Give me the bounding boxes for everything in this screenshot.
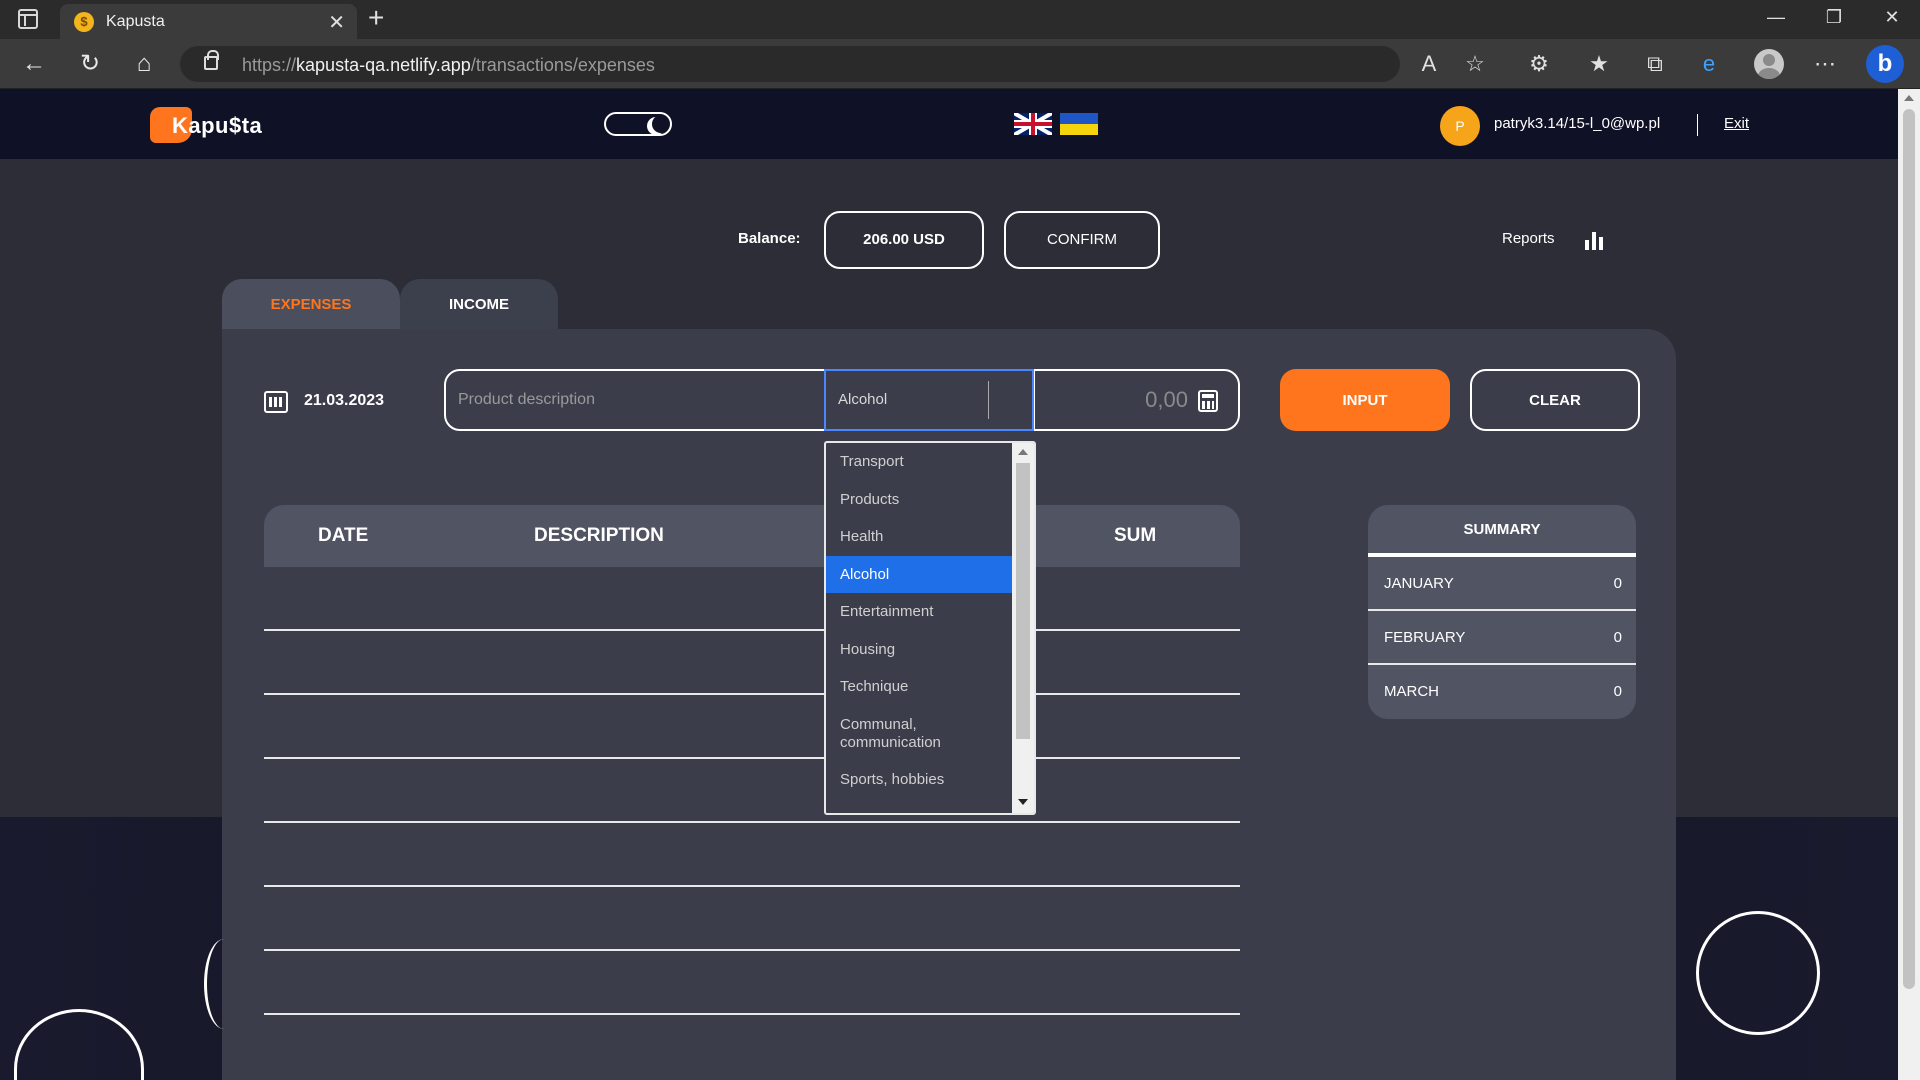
summary-row: MARCH 0: [1368, 665, 1636, 719]
extensions-icon[interactable]: ⚙: [1524, 51, 1554, 77]
date-picker[interactable]: 21.03.2023: [304, 392, 384, 410]
app-header: Kapu$ta P patryk3.14/15-l_0@wp.pl Exit: [0, 89, 1898, 159]
more-options-icon[interactable]: ⋯: [1810, 51, 1840, 77]
user-email: patryk3.14/15-l_0@wp.pl: [1494, 115, 1661, 132]
bing-copilot-icon[interactable]: b: [1866, 45, 1904, 83]
category-option[interactable]: Health: [826, 518, 1012, 556]
category-value: Alcohol: [838, 391, 888, 408]
category-option[interactable]: Products: [826, 481, 1012, 519]
input-button[interactable]: INPUT: [1280, 369, 1450, 431]
back-icon[interactable]: ←: [18, 50, 50, 78]
table-row: [264, 951, 1240, 1015]
bar-chart-icon[interactable]: [1585, 230, 1605, 250]
address-bar-row: ← ↻ ⌂ https://kapusta-qa.netlify.app/tra…: [0, 39, 1920, 89]
summary-value: 0: [1613, 683, 1622, 700]
table-row: [264, 695, 1240, 759]
category-dropdown: Transport Products Health Alcohol Entert…: [824, 441, 1036, 815]
summary-value: 0: [1613, 629, 1622, 646]
category-option[interactable]: Housing: [826, 631, 1012, 669]
minimize-icon[interactable]: —: [1756, 7, 1796, 28]
category-option-selected[interactable]: Alcohol: [826, 555, 1012, 593]
avatar: P: [1440, 106, 1480, 146]
table-row: [264, 887, 1240, 951]
english-flag-icon[interactable]: [1014, 113, 1052, 135]
theme-toggle[interactable]: [604, 112, 672, 136]
category-option[interactable]: Transport: [826, 443, 1012, 481]
summary-month: JANUARY: [1384, 575, 1454, 592]
calculator-icon[interactable]: [1198, 390, 1218, 412]
transactions-table: DATE DESCRIPTION SUM: [264, 505, 1240, 1015]
close-window-icon[interactable]: ✕: [1872, 7, 1912, 28]
cabbage-illustration: [1696, 911, 1820, 1035]
calendar-icon[interactable]: [264, 391, 288, 413]
column-sum: SUM: [1114, 525, 1157, 546]
tab-expenses[interactable]: EXPENSES: [222, 279, 400, 329]
restore-icon[interactable]: ❐: [1814, 7, 1854, 28]
column-date: DATE: [318, 525, 369, 546]
read-aloud-icon[interactable]: A: [1414, 51, 1444, 77]
collections-icon[interactable]: ⧉: [1640, 51, 1670, 77]
sum-placeholder: 0,00: [1145, 387, 1188, 412]
home-icon[interactable]: ⌂: [128, 50, 160, 78]
product-description-input[interactable]: [446, 371, 824, 429]
table-row: [264, 631, 1240, 695]
tab-income[interactable]: INCOME: [400, 279, 558, 329]
confirm-button[interactable]: CONFIRM: [1004, 211, 1160, 269]
scroll-thumb[interactable]: [1016, 463, 1030, 739]
balance-value[interactable]: 206.00 USD: [824, 211, 984, 269]
reload-icon[interactable]: ↻: [74, 50, 106, 78]
category-option[interactable]: Technique: [826, 668, 1012, 706]
exit-link[interactable]: Exit: [1724, 115, 1749, 132]
logo-text: Kapu$ta: [172, 113, 263, 138]
category-option[interactable]: Sports, hobbies: [826, 761, 1012, 799]
column-description: DESCRIPTION: [534, 525, 664, 546]
category-option[interactable]: Communal, communication: [826, 706, 1012, 761]
table-row: [264, 759, 1240, 823]
clear-button[interactable]: CLEAR: [1470, 369, 1640, 431]
summary-row: FEBRUARY 0: [1368, 611, 1636, 665]
logo[interactable]: Kapu$ta: [150, 105, 268, 145]
sum-input[interactable]: 0,00: [1034, 371, 1240, 429]
ukrainian-flag-icon[interactable]: [1060, 113, 1098, 135]
scroll-up-icon[interactable]: [1018, 449, 1028, 455]
table-header: DATE DESCRIPTION SUM: [264, 505, 1240, 567]
tab-actions-icon[interactable]: [18, 9, 38, 29]
summary-row: JANUARY 0: [1368, 557, 1636, 611]
close-tab-icon[interactable]: ✕: [328, 10, 345, 35]
page-scrollbar[interactable]: [1898, 89, 1920, 1080]
reports-link[interactable]: Reports: [1502, 230, 1555, 247]
summary-title: SUMMARY: [1368, 505, 1636, 557]
table-row: [264, 823, 1240, 887]
add-favorite-icon[interactable]: ☆: [1460, 51, 1490, 77]
table-row: [264, 567, 1240, 631]
cabbage-illustration: [204, 939, 244, 1029]
scroll-down-icon[interactable]: [1018, 799, 1028, 805]
dropdown-scrollbar[interactable]: [1012, 443, 1034, 813]
summary-month: FEBRUARY: [1384, 629, 1466, 646]
tab-title: Kapusta: [106, 13, 165, 30]
summary-panel: SUMMARY JANUARY 0 FEBRUARY 0 MARCH 0: [1368, 505, 1636, 719]
url-field[interactable]: https://kapusta-qa.netlify.app/transacti…: [180, 46, 1400, 82]
browser-tab[interactable]: $ Kapusta ✕: [60, 4, 357, 39]
moon-icon: [652, 115, 670, 133]
select-separator: [988, 381, 989, 419]
category-option[interactable]: Entertainment: [826, 593, 1012, 631]
url-text: https://kapusta-qa.netlify.app/transacti…: [242, 55, 655, 75]
favicon-icon: $: [74, 12, 94, 32]
profile-icon[interactable]: [1754, 49, 1784, 79]
scroll-up-icon[interactable]: [1904, 95, 1914, 101]
lock-icon[interactable]: [204, 50, 219, 70]
transaction-form: Alcohol 0,00: [444, 369, 1240, 431]
new-tab-icon[interactable]: +: [368, 2, 384, 34]
favorites-icon[interactable]: ★: [1584, 51, 1614, 77]
header-divider: [1697, 114, 1698, 136]
summary-month: MARCH: [1384, 683, 1439, 700]
browser-tab-bar: $ Kapusta ✕ + — ❐ ✕: [0, 0, 1920, 39]
scroll-thumb[interactable]: [1903, 109, 1915, 989]
balance-label: Balance:: [738, 230, 801, 247]
summary-value: 0: [1613, 575, 1622, 592]
category-select[interactable]: Alcohol: [824, 369, 1034, 431]
browser-essentials-icon[interactable]: e: [1694, 51, 1724, 77]
